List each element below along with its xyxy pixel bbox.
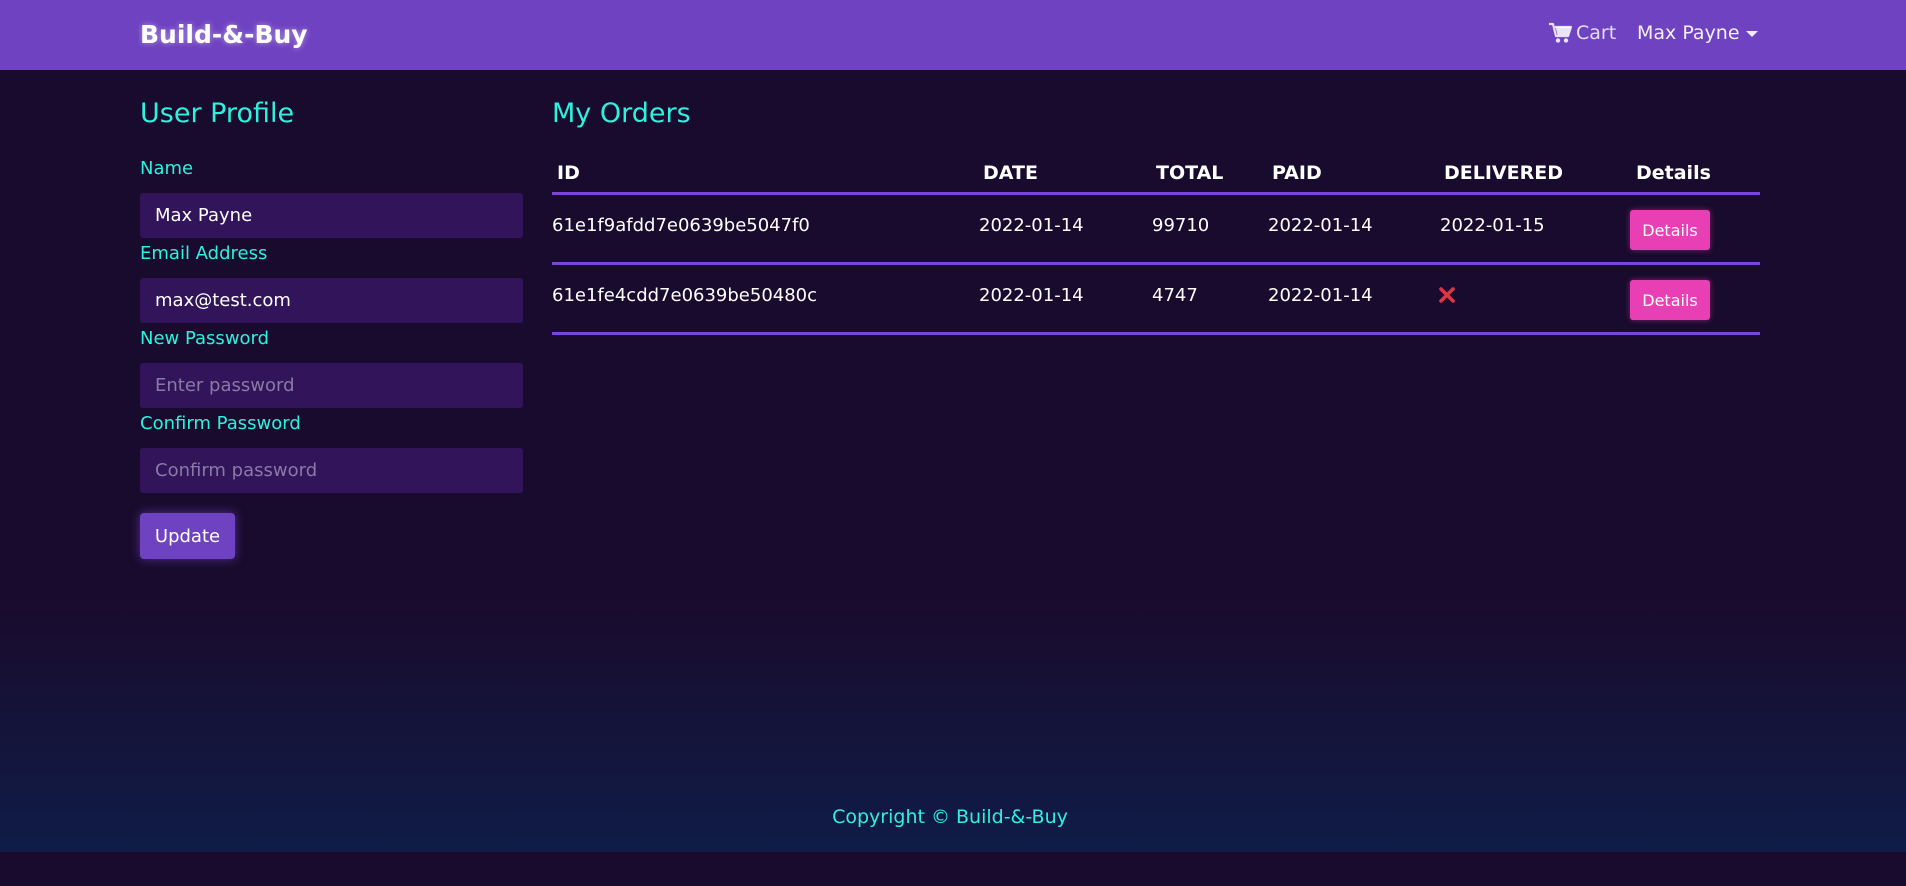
confirm-password-input[interactable] [140,448,523,493]
column-header-date: DATE [983,162,1038,184]
column-header-paid: PAID [1272,162,1322,184]
table-row: 61e1f9afdd7e0639be5047f0 2022-01-14 9971… [552,195,1760,265]
profile-title: User Profile [140,98,295,129]
order-paid-date: 2022-01-14 [1268,285,1373,306]
shopping-cart-icon [1548,22,1572,44]
table-row: 61e1fe4cdd7e0639be50480c 2022-01-14 4747… [552,265,1760,335]
caret-down-icon [1745,31,1758,37]
confirm-password-label: Confirm Password [140,413,301,434]
user-name-label: Max Payne [1637,22,1740,44]
user-dropdown[interactable]: Max Payne [1637,22,1758,44]
new-password-input[interactable] [140,363,523,408]
order-delivered-date: 2022-01-15 [1440,215,1545,236]
new-password-label: New Password [140,328,270,349]
email-input[interactable] [140,278,523,323]
name-input[interactable] [140,193,523,238]
order-paid-date: 2022-01-14 [1268,215,1373,236]
column-header-id: ID [557,162,580,184]
x-mark-icon [1439,287,1455,303]
column-header-delivered: DELIVERED [1444,162,1563,184]
orders-title: My Orders [552,98,691,129]
footer-copyright: Copyright © Build-&-Buy [832,806,1068,828]
order-date: 2022-01-14 [979,285,1084,306]
email-label: Email Address [140,243,268,264]
navbar: Build-&-Buy Cart Max Payne [0,0,1906,70]
column-header-total: TOTAL [1156,162,1224,184]
order-id: 61e1f9afdd7e0639be5047f0 [552,215,810,236]
brand-link[interactable]: Build-&-Buy [140,20,308,49]
column-header-details: Details [1636,162,1711,184]
name-label: Name [140,158,194,179]
details-button[interactable]: Details [1630,210,1710,250]
order-date: 2022-01-14 [979,215,1084,236]
cart-label: Cart [1576,22,1617,44]
page-bottom-strip [0,852,1906,886]
details-button[interactable]: Details [1630,280,1710,320]
update-button[interactable]: Update [140,513,235,559]
cart-link[interactable]: Cart [1548,22,1616,44]
order-id: 61e1fe4cdd7e0639be50480c [552,285,818,306]
order-total: 4747 [1152,285,1198,306]
order-total: 99710 [1152,215,1210,236]
